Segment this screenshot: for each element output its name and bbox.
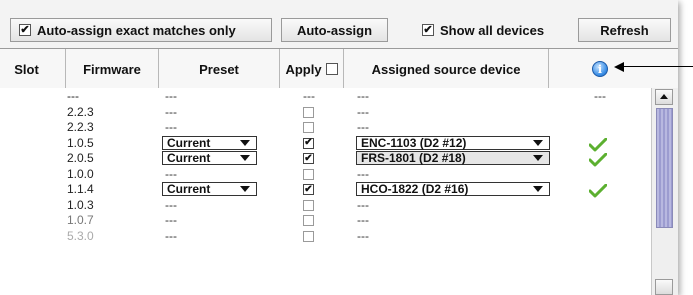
preset-cell: ---: [165, 228, 177, 243]
firmware-cell: 1.0.7: [67, 213, 94, 227]
checkmark-ok-icon: [589, 153, 607, 167]
chevron-down-icon: [240, 155, 250, 161]
column-header-apply[interactable]: Apply: [280, 49, 344, 89]
auto-assign-exact-checkbox[interactable]: ✔: [19, 24, 31, 36]
column-firmware-label: Firmware: [83, 61, 141, 77]
preset-select[interactable]: Current: [162, 182, 257, 196]
apply-checkbox[interactable]: [303, 168, 314, 180]
assigned-device-cell: ---: [357, 120, 369, 134]
chevron-down-icon: [533, 139, 543, 146]
scroll-up-button[interactable]: [655, 89, 673, 105]
checkmark-ok-icon: [589, 137, 607, 151]
column-header-assigned-source-device[interactable]: Assigned source device: [344, 49, 549, 89]
callout-line: [622, 66, 693, 67]
apply-all-checkbox[interactable]: [325, 63, 338, 75]
refresh-button-label: Refresh: [600, 22, 649, 38]
firmware-cell: 2.0.5: [67, 151, 94, 165]
column-preset-label: Preset: [199, 61, 239, 77]
apply-checkbox[interactable]: ✔: [303, 184, 314, 195]
column-header-preset[interactable]: Preset: [159, 49, 280, 89]
preset-cell: ---: [165, 197, 177, 212]
auto-assign-exact-label: Auto-assign exact matches only: [37, 22, 236, 38]
table-row[interactable]: 2.0.5 Current ✔ FRS-1801 (D2 #18): [0, 151, 651, 167]
preset-select[interactable]: Current: [162, 135, 257, 150]
firmware-cell: 5.3.0: [67, 228, 94, 243]
apply-checkbox[interactable]: [303, 122, 314, 133]
apply-cell: ---: [303, 89, 315, 103]
column-assigned-label: Assigned source device: [371, 61, 521, 77]
chevron-down-icon: [533, 155, 543, 161]
status-cell: ---: [594, 89, 606, 103]
device-assignment-panel: ✔ Auto-assign exact matches only Auto-as…: [0, 0, 678, 295]
table-row[interactable]: 1.0.7 --- ---: [0, 214, 651, 227]
apply-checkbox[interactable]: [303, 199, 314, 211]
apply-checkbox[interactable]: ✔: [303, 153, 314, 164]
assigned-device-cell: ---: [357, 104, 369, 119]
table-row[interactable]: 2.2.3 --- ---: [0, 121, 651, 134]
apply-checkbox[interactable]: [303, 215, 314, 226]
preset-cell: ---: [165, 120, 177, 134]
assigned-device-cell: ---: [357, 197, 369, 212]
chevron-down-icon: [533, 186, 543, 192]
assigned-device-select[interactable]: ENC-1103 (D2 #12): [356, 135, 550, 150]
assigned-device-cell: ---: [357, 166, 369, 181]
column-header-slot[interactable]: Slot: [0, 49, 66, 89]
assigned-device-value: HCO-1822 (D2 #16): [361, 182, 469, 196]
column-header-status[interactable]: i: [549, 49, 651, 89]
chevron-down-icon: [240, 186, 250, 192]
table-row[interactable]: 1.0.0 --- ---: [0, 166, 651, 181]
scroll-down-button[interactable]: [655, 279, 673, 295]
column-slot-label: Slot: [14, 61, 39, 77]
show-all-devices-checkbox[interactable]: ✔: [422, 24, 434, 36]
info-icon[interactable]: i: [592, 61, 608, 77]
apply-checkbox[interactable]: [303, 230, 314, 242]
assigned-device-cell: ---: [357, 89, 369, 103]
apply-checkbox[interactable]: ✔: [303, 137, 314, 149]
callout-arrow: [614, 62, 624, 72]
assigned-device-select[interactable]: HCO-1822 (D2 #16): [356, 182, 550, 196]
assigned-device-value: FRS-1801 (D2 #18): [361, 151, 466, 165]
preset-value: Current: [167, 151, 211, 165]
firmware-cell: 1.0.3: [67, 197, 94, 212]
preset-select[interactable]: Current: [162, 151, 257, 165]
firmware-cell: 2.2.3: [67, 120, 94, 134]
firmware-cell: 2.2.3: [67, 104, 94, 119]
assigned-device-value: ENC-1103 (D2 #12): [361, 135, 467, 150]
vertical-scrollbar[interactable]: [651, 88, 678, 295]
table-row[interactable]: 1.0.5 Current ✔ ENC-1103 (D2 #12): [0, 135, 651, 151]
preset-cell: ---: [165, 89, 177, 103]
apply-checkbox[interactable]: [303, 106, 314, 118]
firmware-cell: 1.1.4: [67, 182, 94, 196]
firmware-cell: 1.0.0: [67, 166, 94, 181]
preset-cell: ---: [165, 213, 177, 227]
show-all-devices-label: Show all devices: [440, 22, 545, 38]
scroll-thumb[interactable]: [656, 108, 673, 228]
table-row[interactable]: 5.3.0 --- ---: [0, 228, 651, 243]
assigned-device-cell: ---: [357, 213, 369, 227]
preset-value: Current: [167, 135, 211, 150]
preset-value: Current: [167, 182, 211, 196]
preset-cell: ---: [165, 166, 177, 181]
table-header: Slot Firmware Preset Apply Assigned sour…: [0, 48, 678, 90]
show-all-devices-toggle[interactable]: ✔ Show all devices: [400, 18, 580, 42]
firmware-cell: ---: [67, 89, 79, 103]
checkmark-ok-icon: [589, 184, 607, 198]
toolbar: ✔ Auto-assign exact matches only Auto-as…: [0, 0, 678, 48]
preset-cell: ---: [165, 104, 177, 119]
refresh-button[interactable]: Refresh: [578, 18, 671, 42]
assigned-device-cell: ---: [357, 228, 369, 243]
auto-assign-button-label: Auto-assign: [296, 22, 373, 38]
table-row[interactable]: 2.2.3 --- ---: [0, 104, 651, 119]
auto-assign-exact-toggle[interactable]: ✔ Auto-assign exact matches only: [10, 18, 272, 42]
auto-assign-button[interactable]: Auto-assign: [281, 18, 388, 42]
firmware-cell: 1.0.5: [67, 135, 94, 150]
table-row[interactable]: 1.0.3 --- ---: [0, 197, 651, 212]
table-row[interactable]: --- --- --- --- ---: [0, 90, 651, 103]
device-table: --- --- --- --- --- 2.2.3 --- --- 2.2.3 --- --- 1.0…: [0, 88, 651, 295]
assigned-device-select[interactable]: FRS-1801 (D2 #18): [356, 151, 550, 165]
table-row[interactable]: 1.1.4 Current ✔ HCO-1822 (D2 #16): [0, 182, 651, 198]
chevron-down-icon: [240, 139, 250, 146]
column-apply-label: Apply: [285, 61, 322, 77]
column-header-firmware[interactable]: Firmware: [66, 49, 159, 89]
